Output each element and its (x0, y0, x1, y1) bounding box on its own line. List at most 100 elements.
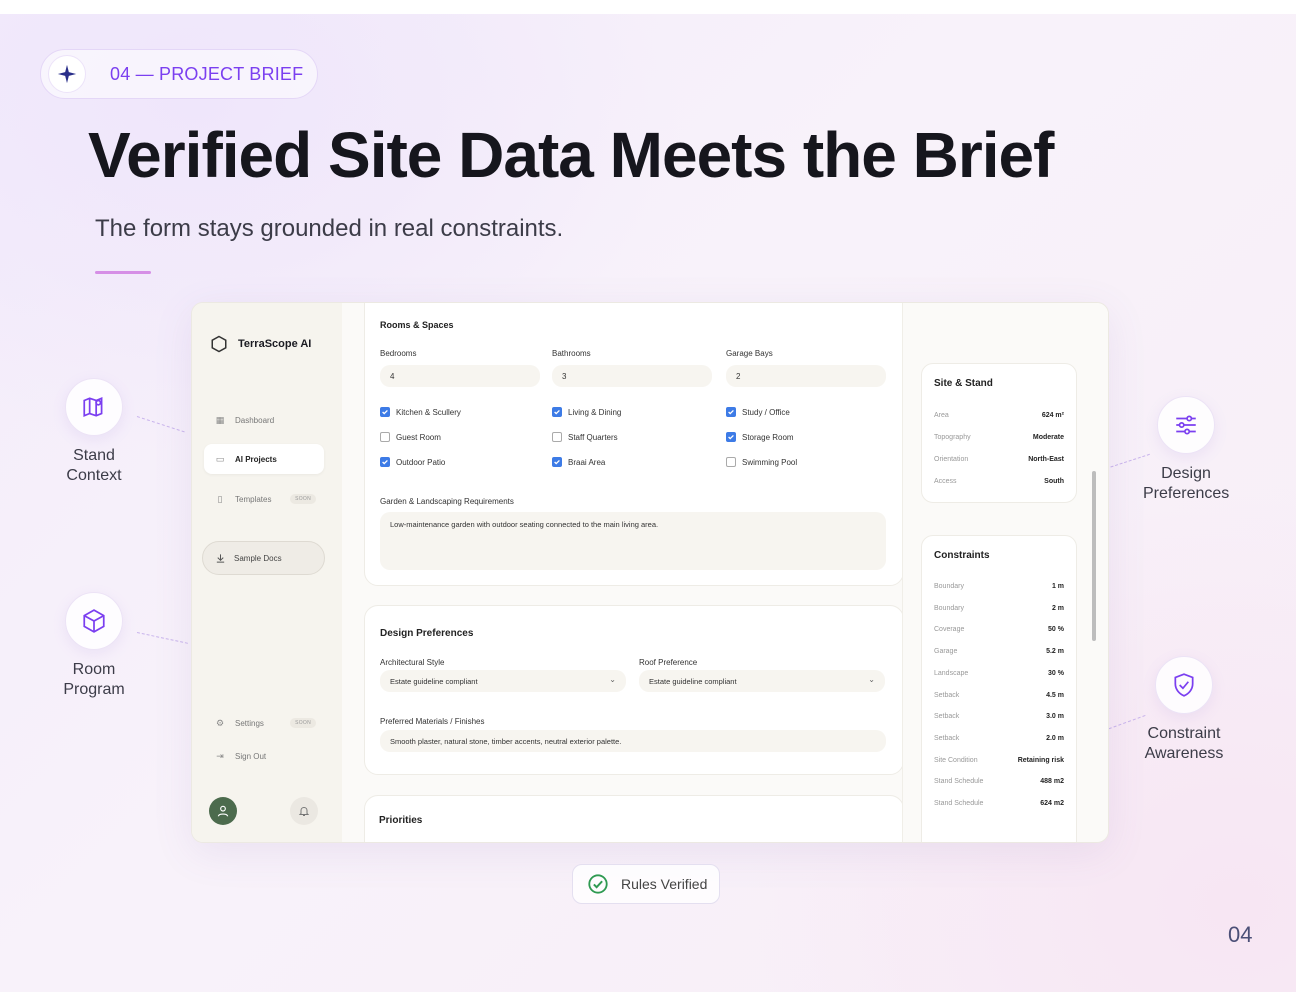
field-label: Garden & Landscaping Requirements (380, 497, 514, 506)
chevron-down-icon: ⌄ (868, 675, 875, 684)
materials-input[interactable]: Smooth plaster, natural stone, timber ac… (380, 730, 886, 752)
checkbox-checked-icon[interactable] (380, 407, 390, 417)
field-label: Garage Bays (726, 349, 773, 358)
roof-preference-select[interactable]: Estate guideline compliant ⌄ (639, 670, 885, 692)
summary-row: Area 624 m² (934, 412, 1064, 419)
sample-docs-button[interactable]: Sample Docs (202, 541, 325, 575)
sparkle-icon (48, 55, 86, 93)
rules-verified-badge: Rules Verified (572, 864, 720, 904)
row-key: Access (934, 478, 957, 485)
garden-textarea[interactable]: Low-maintenance garden with outdoor seat… (380, 512, 886, 570)
room-checkbox[interactable]: Outdoor Patio (380, 457, 445, 467)
checkbox-checked-icon[interactable] (380, 457, 390, 467)
checkbox-label: Storage Room (742, 432, 794, 442)
bathrooms-input[interactable]: 3 (552, 365, 712, 387)
checkbox-label: Braai Area (568, 457, 606, 467)
callout-label: Constraint Awareness (1144, 725, 1224, 762)
map-icon (65, 378, 123, 436)
sidebar-item-sign-out[interactable]: ⇥ Sign Out (204, 741, 324, 771)
callout-stand-context: Stand Context (52, 378, 136, 486)
summary-row: Stand Schedule 624 m2 (934, 800, 1064, 807)
summary-row: Site Condition Retaining risk (934, 757, 1064, 764)
sidebar-item-label: Sign Out (235, 751, 267, 761)
row-value: 4.5 m (1046, 691, 1064, 699)
checkbox-label: Living & Dining (568, 407, 622, 417)
select-value: Estate guideline compliant (649, 676, 737, 686)
row-value: South (1044, 478, 1064, 485)
checkbox-checked-icon[interactable] (726, 432, 736, 442)
checkbox-label: Kitchen & Scullery (396, 407, 461, 417)
document-icon: ▯ (217, 493, 223, 504)
row-value: 2 m (1051, 604, 1064, 612)
callout-room-program: Room Program (52, 592, 136, 700)
summary-row: Boundary 2 m (934, 605, 1064, 612)
brand-name: TerraScope AI (238, 338, 312, 350)
room-checkbox[interactable]: Guest Room (380, 432, 441, 442)
room-checkbox[interactable]: Staff Quarters (552, 432, 618, 442)
row-value: 50 % (1048, 626, 1064, 634)
sign-out-icon: ⇥ (216, 750, 224, 761)
checkbox-checked-icon[interactable] (552, 457, 562, 467)
avatar[interactable] (209, 797, 237, 825)
select-value: Estate guideline compliant (390, 676, 478, 686)
scrollbar[interactable] (1092, 471, 1096, 641)
checkbox-empty-icon[interactable] (380, 432, 390, 442)
checkbox-label: Swimming Pool (742, 457, 798, 467)
connector-line (136, 416, 185, 433)
room-checkbox[interactable]: Storage Room (726, 432, 794, 442)
room-checkbox[interactable]: Braai Area (552, 457, 605, 467)
sidebar-item-templates[interactable]: ▯ Templates SOON (204, 484, 324, 514)
grid-icon: ▦ (215, 414, 225, 425)
row-value: 624 m² (1041, 412, 1064, 419)
checkbox-empty-icon[interactable] (552, 432, 562, 442)
summary-row: Topography Moderate (934, 434, 1064, 441)
callout-label: Room Program (63, 661, 125, 698)
row-key: Orientation (934, 456, 969, 463)
checkbox-label: Staff Quarters (568, 432, 618, 442)
room-checkbox[interactable]: Kitchen & Scullery (380, 407, 461, 417)
page-number: 04 (1228, 922, 1253, 947)
sidebar-item-label: Templates (235, 494, 272, 504)
sidebar-item-label: AI Projects (235, 454, 277, 464)
room-checkbox[interactable]: Living & Dining (552, 407, 621, 417)
sidebar-item-ai-projects[interactable]: ▭ AI Projects (204, 444, 324, 474)
room-checkbox[interactable]: Swimming Pool (726, 457, 797, 467)
field-label: Bedrooms (380, 349, 417, 358)
row-value: 3.0 m (1046, 713, 1064, 721)
row-key: Setback (934, 691, 960, 699)
sidebar-item-label: Settings (235, 718, 264, 728)
rooms-panel: Rooms & Spaces Bedrooms 4 Bathrooms 3 Ga… (364, 303, 904, 586)
connector-line (136, 632, 188, 644)
section-title: Design Preferences (380, 628, 474, 639)
garage-bays-input[interactable]: 2 (726, 365, 886, 387)
sample-docs-label: Sample Docs (234, 553, 282, 563)
top-band (0, 0, 1300, 14)
sidebar-item-label: Dashboard (235, 415, 275, 425)
checkbox-empty-icon[interactable] (726, 457, 736, 467)
checkbox-checked-icon[interactable] (552, 407, 562, 417)
summary-row: Boundary 1 m (934, 583, 1064, 590)
summary-row: Access South (934, 478, 1064, 485)
row-key: Site Condition (934, 756, 978, 764)
sidebar-item-dashboard[interactable]: ▦ Dashboard (204, 405, 324, 435)
sidebar: TerraScope AI ▦ Dashboard ▭ AI Projects … (192, 303, 342, 842)
check-circle-icon (588, 874, 608, 894)
row-value: 488 m2 (1040, 778, 1064, 786)
checkbox-label: Study / Office (742, 407, 790, 417)
room-checkbox[interactable]: Study / Office (726, 407, 790, 417)
summary-row: Setback 3.0 m (934, 713, 1064, 720)
slide-subtitle: The form stays grounded in real constrai… (95, 215, 564, 242)
badge-label: Rules Verified (621, 876, 708, 892)
row-key: Garage (934, 648, 958, 656)
row-value: 2.0 m (1046, 734, 1064, 742)
architectural-style-select[interactable]: Estate guideline compliant ⌄ (380, 670, 626, 692)
row-value: 1 m (1051, 583, 1064, 590)
row-value: 30 % (1048, 669, 1064, 677)
bedrooms-input[interactable]: 4 (380, 365, 540, 387)
checkbox-checked-icon[interactable] (726, 407, 736, 417)
row-key: Area (934, 412, 949, 419)
notifications-button[interactable] (290, 797, 318, 825)
slide-title: Verified Site Data Meets the Brief (88, 119, 1054, 191)
chevron-down-icon: ⌄ (609, 675, 616, 684)
sidebar-item-settings[interactable]: ⚙ Settings SOON (204, 708, 324, 738)
